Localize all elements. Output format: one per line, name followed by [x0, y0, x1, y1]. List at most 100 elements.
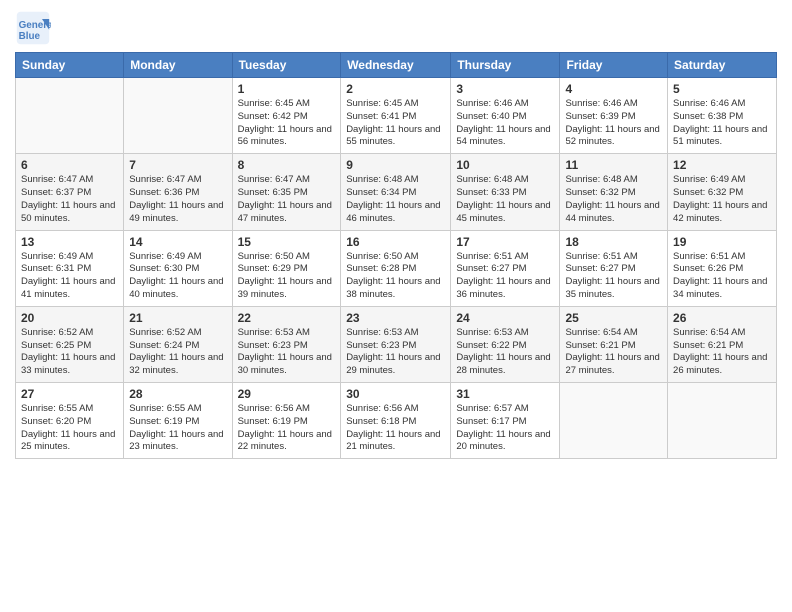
day-number: 31 — [456, 387, 554, 401]
day-number: 18 — [565, 235, 662, 249]
calendar-week-row: 13 Sunrise: 6:49 AM Sunset: 6:31 PM Dayli… — [16, 230, 777, 306]
calendar-cell: 30 Sunrise: 6:56 AM Sunset: 6:18 PM Dayli… — [341, 383, 451, 459]
day-number: 3 — [456, 82, 554, 96]
weekday-header-thursday: Thursday — [451, 53, 560, 78]
day-number: 4 — [565, 82, 662, 96]
calendar-cell: 8Sunrise: 6:47 AM Sunset: 6:35 PM Daylig… — [232, 154, 341, 230]
calendar-cell: 23 Sunrise: 6:53 AM Sunset: 6:23 PM Dayli… — [341, 306, 451, 382]
svg-text:Blue: Blue — [19, 31, 41, 42]
day-info: Sunrise: 6:48 AM Sunset: 6:33 PM Dayligh… — [456, 174, 554, 225]
day-number: 21 — [129, 311, 226, 325]
logo-icon: General Blue — [15, 10, 51, 46]
calendar-cell: 19 Sunrise: 6:51 AM Sunset: 6:26 PM Dayli… — [668, 230, 777, 306]
day-number: 28 — [129, 387, 226, 401]
day-number: 25 — [565, 311, 662, 325]
weekday-header-friday: Friday — [560, 53, 668, 78]
day-info: Sunrise: 6:53 AM Sunset: 6:23 PM Dayligh… — [346, 327, 445, 378]
day-info: Sunrise: 6:45 AM Sunset: 6:41 PM Dayligh… — [346, 98, 445, 149]
day-number: 23 — [346, 311, 445, 325]
calendar-cell: 20 Sunrise: 6:52 AM Sunset: 6:25 PM Dayli… — [16, 306, 124, 382]
calendar-cell: 25 Sunrise: 6:54 AM Sunset: 6:21 PM Dayli… — [560, 306, 668, 382]
day-info: Sunrise: 6:45 AM Sunset: 6:42 PM Dayligh… — [238, 98, 336, 149]
day-number: 19 — [673, 235, 771, 249]
day-info: Sunrise: 6:51 AM Sunset: 6:26 PM Dayligh… — [673, 251, 771, 302]
day-number: 24 — [456, 311, 554, 325]
day-number: 8 — [238, 158, 336, 172]
day-info: Sunrise: 6:51 AM Sunset: 6:27 PM Dayligh… — [456, 251, 554, 302]
day-info: Sunrise: 6:48 AM Sunset: 6:32 PM Dayligh… — [565, 174, 662, 225]
weekday-header-sunday: Sunday — [16, 53, 124, 78]
day-info: Sunrise: 6:54 AM Sunset: 6:21 PM Dayligh… — [673, 327, 771, 378]
calendar-cell: 22Sunrise: 6:53 AM Sunset: 6:23 PM Dayli… — [232, 306, 341, 382]
day-info: Sunrise: 6:49 AM Sunset: 6:30 PM Dayligh… — [129, 251, 226, 302]
day-info: Sunrise: 6:49 AM Sunset: 6:31 PM Dayligh… — [21, 251, 118, 302]
calendar-cell — [124, 78, 232, 154]
calendar-body: 1 Sunrise: 6:45 AM Sunset: 6:42 PM Daylig… — [16, 78, 777, 459]
calendar-cell: 18 Sunrise: 6:51 AM Sunset: 6:27 PM Dayli… — [560, 230, 668, 306]
calendar-cell: 11 Sunrise: 6:48 AM Sunset: 6:32 PM Dayli… — [560, 154, 668, 230]
day-number: 1 — [238, 82, 336, 96]
calendar-cell: 1 Sunrise: 6:45 AM Sunset: 6:42 PM Daylig… — [232, 78, 341, 154]
day-info: Sunrise: 6:50 AM Sunset: 6:28 PM Dayligh… — [346, 251, 445, 302]
calendar-week-row: 6 Sunrise: 6:47 AM Sunset: 6:37 PM Daylig… — [16, 154, 777, 230]
calendar-cell: 27 Sunrise: 6:55 AM Sunset: 6:20 PM Dayli… — [16, 383, 124, 459]
day-info: Sunrise: 6:55 AM Sunset: 6:20 PM Dayligh… — [21, 403, 118, 454]
day-info: Sunrise: 6:54 AM Sunset: 6:21 PM Dayligh… — [565, 327, 662, 378]
weekday-header-monday: Monday — [124, 53, 232, 78]
day-info: Sunrise: 6:46 AM Sunset: 6:38 PM Dayligh… — [673, 98, 771, 149]
weekday-header-saturday: Saturday — [668, 53, 777, 78]
calendar-cell: 21 Sunrise: 6:52 AM Sunset: 6:24 PM Dayli… — [124, 306, 232, 382]
calendar-week-row: 1 Sunrise: 6:45 AM Sunset: 6:42 PM Daylig… — [16, 78, 777, 154]
calendar-cell: 4 Sunrise: 6:46 AM Sunset: 6:39 PM Daylig… — [560, 78, 668, 154]
day-number: 20 — [21, 311, 118, 325]
calendar-cell: 26Sunrise: 6:54 AM Sunset: 6:21 PM Dayli… — [668, 306, 777, 382]
day-info: Sunrise: 6:56 AM Sunset: 6:19 PM Dayligh… — [238, 403, 336, 454]
day-number: 2 — [346, 82, 445, 96]
calendar-cell: 29Sunrise: 6:56 AM Sunset: 6:19 PM Dayli… — [232, 383, 341, 459]
day-info: Sunrise: 6:56 AM Sunset: 6:18 PM Dayligh… — [346, 403, 445, 454]
day-number: 11 — [565, 158, 662, 172]
day-info: Sunrise: 6:47 AM Sunset: 6:36 PM Dayligh… — [129, 174, 226, 225]
calendar-cell: 17 Sunrise: 6:51 AM Sunset: 6:27 PM Dayli… — [451, 230, 560, 306]
day-info: Sunrise: 6:47 AM Sunset: 6:37 PM Dayligh… — [21, 174, 118, 225]
day-info: Sunrise: 6:53 AM Sunset: 6:23 PM Dayligh… — [238, 327, 336, 378]
day-number: 17 — [456, 235, 554, 249]
page: General Blue SundayMondayTuesdayWednesda… — [0, 0, 792, 612]
day-number: 5 — [673, 82, 771, 96]
day-info: Sunrise: 6:46 AM Sunset: 6:40 PM Dayligh… — [456, 98, 554, 149]
day-number: 15 — [238, 235, 336, 249]
day-info: Sunrise: 6:46 AM Sunset: 6:39 PM Dayligh… — [565, 98, 662, 149]
calendar-cell: 16 Sunrise: 6:50 AM Sunset: 6:28 PM Dayli… — [341, 230, 451, 306]
day-info: Sunrise: 6:55 AM Sunset: 6:19 PM Dayligh… — [129, 403, 226, 454]
header: General Blue — [15, 10, 777, 46]
day-number: 14 — [129, 235, 226, 249]
day-info: Sunrise: 6:50 AM Sunset: 6:29 PM Dayligh… — [238, 251, 336, 302]
calendar-cell: 7Sunrise: 6:47 AM Sunset: 6:36 PM Daylig… — [124, 154, 232, 230]
weekday-header-row: SundayMondayTuesdayWednesdayThursdayFrid… — [16, 53, 777, 78]
day-info: Sunrise: 6:51 AM Sunset: 6:27 PM Dayligh… — [565, 251, 662, 302]
day-number: 6 — [21, 158, 118, 172]
day-number: 16 — [346, 235, 445, 249]
day-number: 27 — [21, 387, 118, 401]
day-info: Sunrise: 6:49 AM Sunset: 6:32 PM Dayligh… — [673, 174, 771, 225]
day-number: 12 — [673, 158, 771, 172]
day-info: Sunrise: 6:52 AM Sunset: 6:25 PM Dayligh… — [21, 327, 118, 378]
calendar-cell: 9 Sunrise: 6:48 AM Sunset: 6:34 PM Daylig… — [341, 154, 451, 230]
calendar-cell: 10 Sunrise: 6:48 AM Sunset: 6:33 PM Dayli… — [451, 154, 560, 230]
calendar-cell: 14 Sunrise: 6:49 AM Sunset: 6:30 PM Dayli… — [124, 230, 232, 306]
calendar-cell: 12 Sunrise: 6:49 AM Sunset: 6:32 PM Dayli… — [668, 154, 777, 230]
day-number: 13 — [21, 235, 118, 249]
calendar-cell: 3 Sunrise: 6:46 AM Sunset: 6:40 PM Daylig… — [451, 78, 560, 154]
day-number: 30 — [346, 387, 445, 401]
calendar-cell: 24Sunrise: 6:53 AM Sunset: 6:22 PM Dayli… — [451, 306, 560, 382]
calendar-cell: 15 Sunrise: 6:50 AM Sunset: 6:29 PM Dayli… — [232, 230, 341, 306]
day-info: Sunrise: 6:57 AM Sunset: 6:17 PM Dayligh… — [456, 403, 554, 454]
day-number: 9 — [346, 158, 445, 172]
weekday-header-wednesday: Wednesday — [341, 53, 451, 78]
day-info: Sunrise: 6:48 AM Sunset: 6:34 PM Dayligh… — [346, 174, 445, 225]
calendar-header: SundayMondayTuesdayWednesdayThursdayFrid… — [16, 53, 777, 78]
day-number: 10 — [456, 158, 554, 172]
day-info: Sunrise: 6:52 AM Sunset: 6:24 PM Dayligh… — [129, 327, 226, 378]
calendar-cell — [668, 383, 777, 459]
calendar-cell — [560, 383, 668, 459]
